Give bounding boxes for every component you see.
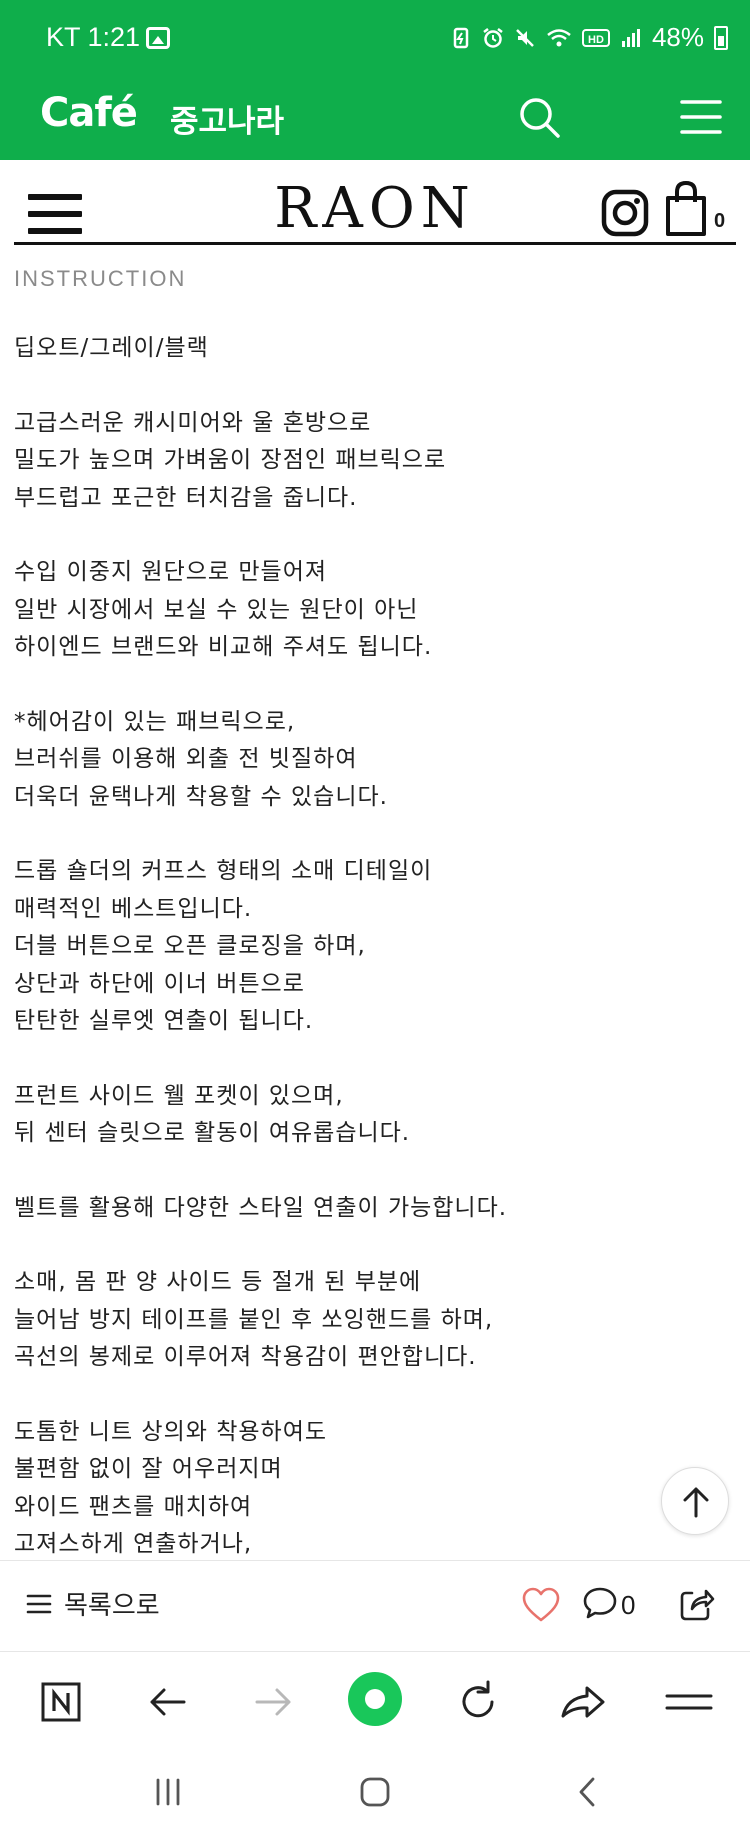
text-line: 수입 이중지 원단으로 만들어져 <box>14 559 328 585</box>
shop-header: RAON 0 <box>14 160 736 245</box>
product-description: 딥오트/그레이/블랙 고급스러운 캐시미어와 울 혼방으로 밀도가 높으며 가벼… <box>14 330 734 1560</box>
naver-home-button[interactable] <box>348 1672 402 1726</box>
text-line: 소매, 몸 판 양 사이드 등 절개 된 부분에 <box>14 1269 422 1295</box>
section-title: INSTRUCTION <box>14 266 187 291</box>
cafe-name[interactable]: 중고나라 <box>170 96 284 141</box>
comment-icon[interactable] <box>582 1585 618 1621</box>
forward-arrow-icon <box>255 1688 291 1716</box>
recent-apps-icon[interactable] <box>150 1774 186 1810</box>
back-arrow-icon[interactable] <box>140 1674 196 1730</box>
app-bar: Café 중고나라 <box>0 80 750 160</box>
text-line: 뒤 센터 슬릿으로 활동이 여유롭습니다. <box>14 1120 411 1146</box>
paragraph: 고급스러운 캐시미어와 울 혼방으로 밀도가 높으며 가벼움이 장점인 패브릭으… <box>14 405 734 518</box>
mute-icon <box>516 28 534 47</box>
paragraph: 드롭 숄더의 커프스 형태의 소매 디테일이 매력적인 베스트입니다. 더블 버… <box>14 853 734 1041</box>
image-icon <box>146 27 170 49</box>
text-line: 도톰한 니트 상의와 착용하여도 <box>14 1418 328 1445</box>
text-line: 브러쉬를 이용해 외출 전 빗질하여 <box>14 746 358 772</box>
system-navigation-bar <box>0 1752 750 1834</box>
paragraph: 수입 이중지 원단으로 만들어져 일반 시장에서 보실 수 있는 원단이 아닌 … <box>14 554 734 667</box>
text-line: 고져스하게 연출하거나, <box>14 1531 253 1557</box>
back-to-list-button[interactable]: 목록으로 <box>26 1585 160 1622</box>
battery-saver-icon <box>453 27 469 48</box>
battery-icon <box>714 25 728 50</box>
svg-text:HD: HD <box>588 34 604 46</box>
arrow-up-icon <box>683 1487 709 1518</box>
paragraph: 프런트 사이드 웰 포켓이 있으며, 뒤 센터 슬릿으로 활동이 여유롭습니다. <box>14 1078 734 1153</box>
share-icon[interactable] <box>678 1585 716 1623</box>
shopping-bag-icon[interactable] <box>664 180 708 238</box>
text-line: *헤어감이 있는 패브릭으로, <box>14 708 296 735</box>
text-line: 더욱더 윤택나게 착용할 수 있습니다. <box>14 783 388 810</box>
article-action-bar: 목록으로 0 <box>0 1560 750 1652</box>
back-to-list-label: 목록으로 <box>64 1591 160 1621</box>
signal-icon <box>621 28 640 47</box>
status-icons: HD 48% <box>450 22 728 53</box>
paragraph: *헤어감이 있는 패브릭으로, 브러쉬를 이용해 외출 전 빗질하여 더욱더 윤… <box>14 704 734 817</box>
cafe-header: KT 1:21 HD 48% Café 중고나라 <box>0 0 750 160</box>
text-line: 상단과 하단에 이너 버튼으로 <box>14 970 305 997</box>
browser-menu-icon[interactable] <box>661 1674 717 1730</box>
home-icon[interactable] <box>357 1774 393 1810</box>
instagram-icon[interactable] <box>600 188 650 238</box>
browser-toolbar <box>0 1652 750 1752</box>
text-line: 탄탄한 실루엣 연출이 됩니다. <box>14 1008 314 1034</box>
scroll-to-top-button[interactable] <box>661 1467 729 1535</box>
text-line: 벨트를 활용해 다양한 스타일 연출이 가능합니다. <box>14 1194 508 1221</box>
comment-count: 0 <box>621 1590 636 1620</box>
text-line: 밀도가 높으며 가벼움이 장점인 패브릭으로 <box>14 447 447 473</box>
cafe-logo[interactable]: Café <box>40 90 138 136</box>
share-forward-icon[interactable] <box>555 1674 611 1730</box>
text-line: 와이드 팬츠를 매치하여 <box>14 1493 253 1520</box>
hd-icon: HD <box>581 28 610 47</box>
paragraph: 도톰한 니트 상의와 착용하여도 불편함 없이 잘 어우러지며 와이드 팬츠를 … <box>14 1414 734 1561</box>
text-line: 고급스러운 캐시미어와 울 혼방으로 <box>14 409 372 436</box>
text-line: 더블 버튼으로 오픈 클로징을 하며, <box>14 933 366 959</box>
text-line: 늘어남 방지 테이프를 붙인 후 쏘잉핸드를 하며, <box>14 1306 494 1333</box>
wifi-icon <box>547 28 571 46</box>
text-line: 프런트 사이드 웰 포켓이 있으며, <box>14 1082 344 1109</box>
alarm-icon <box>483 27 503 48</box>
status-time: KT 1:21 <box>46 22 141 52</box>
text-line: 매력적인 베스트입니다. <box>14 895 253 922</box>
paragraph: 소매, 몸 판 양 사이드 등 절개 된 부분에 늘어남 방지 테이프를 붙인 … <box>14 1264 734 1377</box>
list-icon <box>26 1594 52 1613</box>
naver-icon[interactable] <box>33 1674 89 1730</box>
battery-percent: 48% <box>651 22 704 52</box>
paragraph: 벨트를 활용해 다양한 스타일 연출이 가능합니다. <box>14 1190 734 1228</box>
heart-icon[interactable] <box>522 1587 560 1623</box>
text-line: 부드럽고 포근한 터치감을 줍니다. <box>14 484 358 511</box>
search-icon[interactable] <box>514 92 564 142</box>
text-line: 하이엔드 브랜드와 비교해 주셔도 됩니다. <box>14 634 433 660</box>
menu-icon[interactable] <box>676 94 726 140</box>
text-line: 딥오트/그레이/블랙 <box>14 335 209 361</box>
text-line: 곡선의 봉제로 이루어져 착용감이 편안합니다. <box>14 1344 477 1370</box>
back-icon[interactable] <box>570 1774 606 1810</box>
refresh-icon[interactable] <box>450 1674 506 1730</box>
text-line: 일반 시장에서 보실 수 있는 원단이 아닌 <box>14 596 419 623</box>
cart-count: 0 <box>714 210 726 232</box>
text-line: 드롭 숄더의 커프스 형태의 소매 디테일이 <box>14 858 433 884</box>
paragraph: 딥오트/그레이/블랙 <box>14 330 734 368</box>
status-bar: KT 1:21 HD 48% <box>0 0 750 80</box>
text-line: 불편함 없이 잘 어우러지며 <box>14 1456 283 1482</box>
